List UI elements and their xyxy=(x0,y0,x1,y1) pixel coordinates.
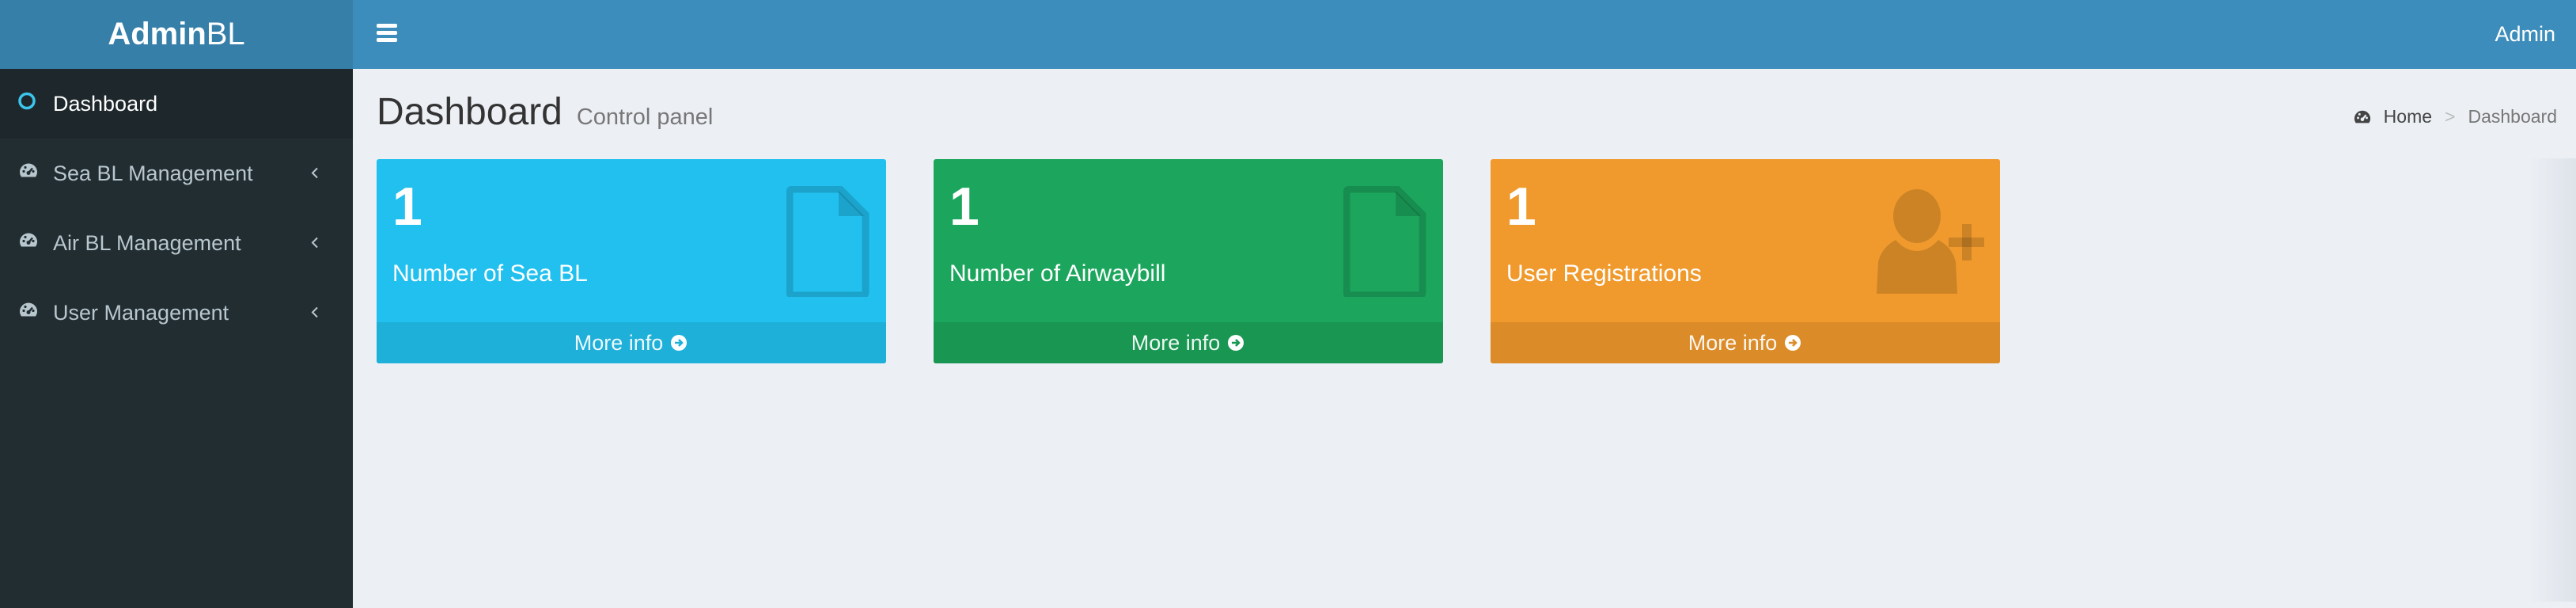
sidebar-item-user-management[interactable]: User Management xyxy=(0,278,353,348)
page-edge-shadow xyxy=(2529,158,2576,602)
sidebar-item-dashboard[interactable]: Dashboard xyxy=(0,69,353,139)
box-value: 1 xyxy=(949,177,979,237)
more-info-label: More info xyxy=(574,330,664,355)
user-menu[interactable]: Admin xyxy=(2495,0,2555,69)
dashboard-icon xyxy=(17,231,40,256)
more-info-label: More info xyxy=(1688,330,1778,355)
logo-light-text: BL xyxy=(206,17,245,51)
circle-icon xyxy=(17,92,36,116)
page-title: Dashboard xyxy=(377,91,563,133)
box-value: 1 xyxy=(392,177,422,237)
breadcrumb-home-link[interactable]: Home xyxy=(2352,106,2432,127)
more-info-label: More info xyxy=(1131,330,1221,355)
breadcrumb: Home > Dashboard xyxy=(2352,106,2557,127)
sidebar-item-label: Sea BL Management xyxy=(53,161,253,185)
breadcrumb-separator: > xyxy=(2445,106,2456,127)
more-info-link[interactable]: More info xyxy=(377,322,886,363)
dashboard-icon xyxy=(2354,110,2370,123)
user-plus-icon xyxy=(1873,186,1985,301)
arrow-circle-right-icon xyxy=(1228,335,1244,351)
logo-bold-text: Admin xyxy=(108,17,206,51)
sidebar-item-label: User Management xyxy=(53,300,229,325)
file-icon xyxy=(1343,185,1427,301)
dashboard-icon xyxy=(17,162,40,186)
more-info-link[interactable]: More info xyxy=(934,322,1443,363)
arrow-circle-right-icon xyxy=(1785,335,1801,351)
chevron-left-icon xyxy=(310,231,320,256)
sidebar: Dashboard Sea BL Management Air BL Manag… xyxy=(0,69,353,608)
sidebar-item-sea-bl-management[interactable]: Sea BL Management xyxy=(0,139,353,208)
more-info-link[interactable]: More info xyxy=(1491,322,2000,363)
sidebar-item-air-bl-management[interactable]: Air BL Management xyxy=(0,208,353,278)
arrow-circle-right-icon xyxy=(671,335,688,351)
page-subtitle: Control panel xyxy=(576,104,714,130)
dashboard-icon xyxy=(17,301,40,325)
chevron-left-icon xyxy=(310,301,320,325)
chevron-left-icon xyxy=(310,162,320,186)
file-icon xyxy=(786,185,870,301)
small-box-sea-bl: 1 Number of Sea BL More info xyxy=(377,159,886,363)
box-caption: User Registrations xyxy=(1506,260,1702,287)
box-value: 1 xyxy=(1506,177,1536,237)
sidebar-item-label: Dashboard xyxy=(53,91,158,116)
small-box-user-registrations: 1 User Registrations More info xyxy=(1491,159,2000,363)
sidebar-toggle-icon[interactable] xyxy=(377,21,399,48)
sidebar-item-label: Air BL Management xyxy=(53,230,241,255)
box-caption: Number of Sea BL xyxy=(392,260,588,287)
box-caption: Number of Airwaybill xyxy=(949,260,1166,287)
breadcrumb-home-label: Home xyxy=(2383,106,2433,127)
top-navbar: Admin xyxy=(353,0,2576,69)
breadcrumb-current: Dashboard xyxy=(2468,106,2557,127)
small-box-airwaybill: 1 Number of Airwaybill More info xyxy=(934,159,1443,363)
app-logo[interactable]: Admin BL xyxy=(0,0,353,69)
content-header: Dashboard Control panel xyxy=(377,90,713,138)
